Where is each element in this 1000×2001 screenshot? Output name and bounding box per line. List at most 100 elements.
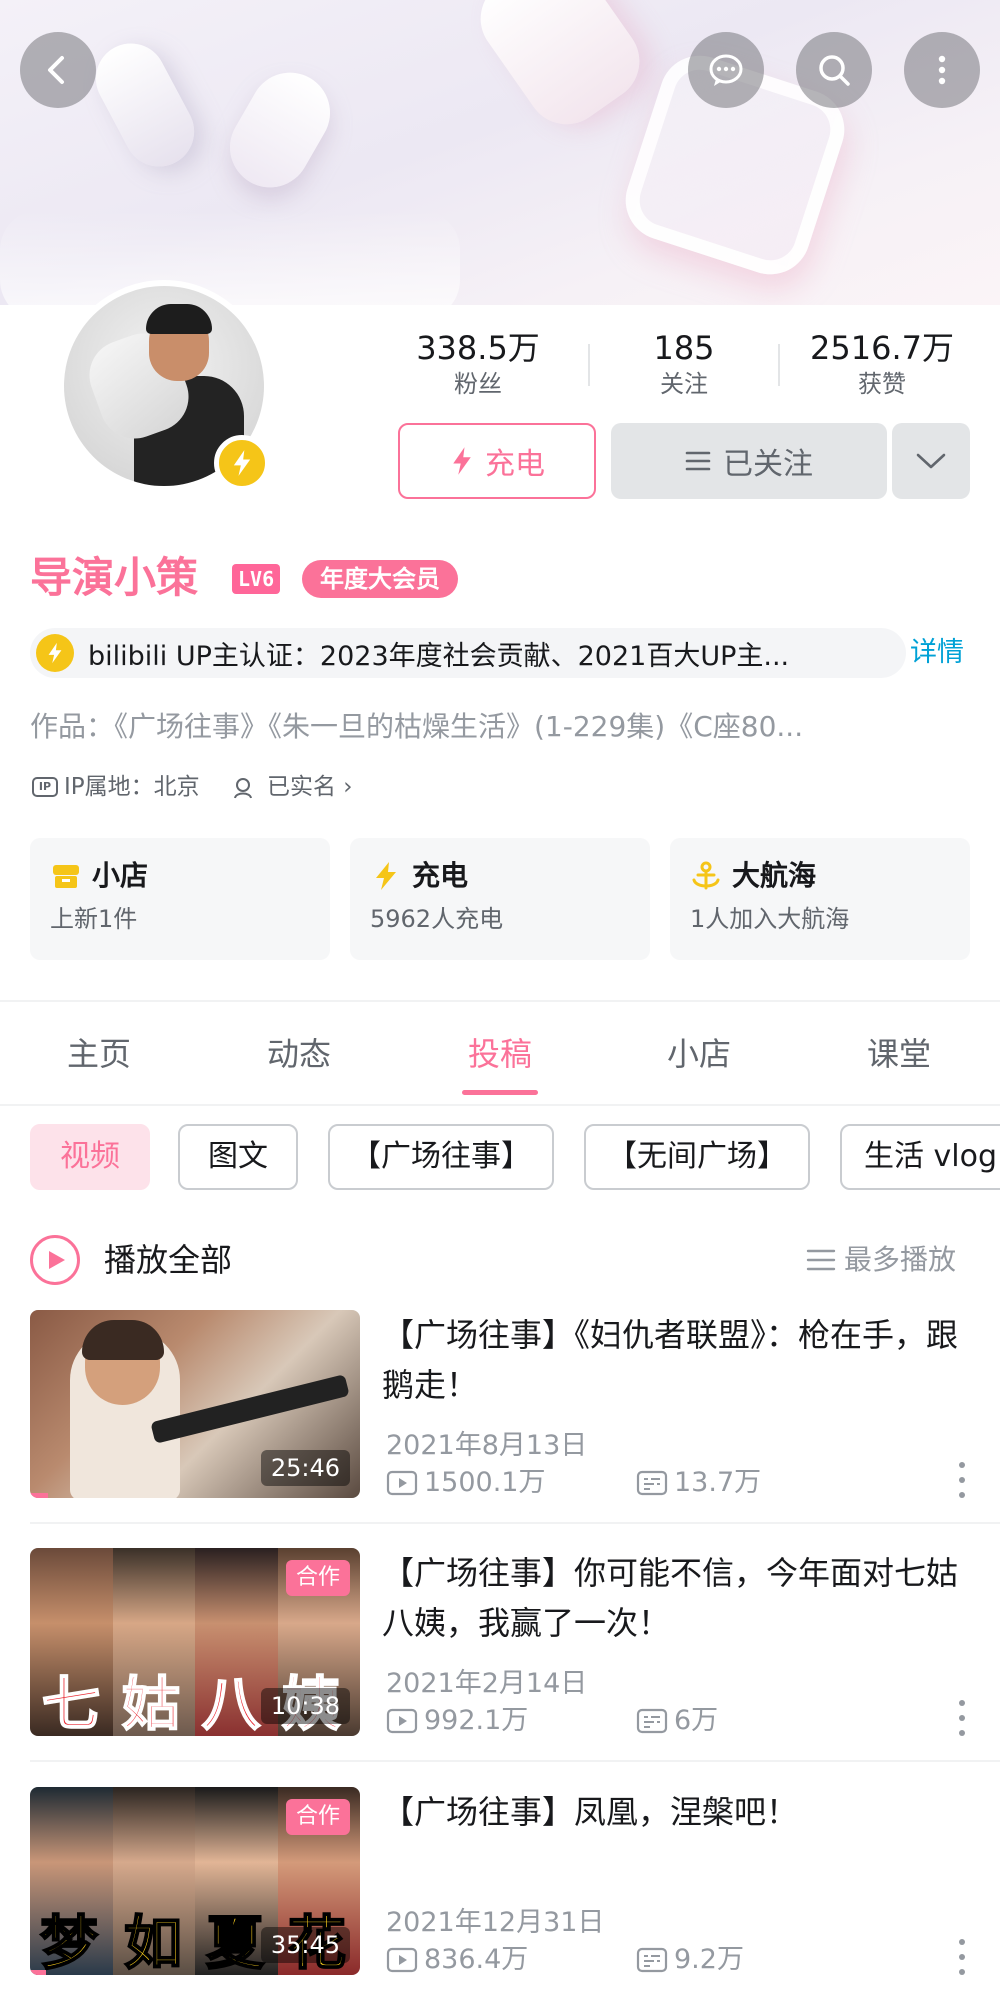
chip-square-stories[interactable]: 【广场往事】 [328, 1124, 554, 1190]
anchor-icon [692, 861, 720, 890]
thumbnail-caption: 梦 [39, 1909, 99, 1975]
video-stats: 992.1万 6万 [386, 1704, 718, 1738]
video-date: 2021年2月14日 [386, 1668, 588, 1699]
profile-meta: IP IP属地：北京 已实名 › [32, 770, 352, 804]
certification-bar[interactable]: bilibili UP主认证：2023年度社会贡献、2021百大UP主... [30, 628, 906, 678]
tab-dynamics[interactable]: 动态 [244, 1028, 354, 1080]
tab-home[interactable]: 主页 [44, 1028, 154, 1080]
chip-infernal-square[interactable]: 【无间广场】 [584, 1124, 810, 1190]
video-thumbnail[interactable]: 七 姑 八 姨 合作 10:38 [30, 1548, 360, 1736]
collab-badge: 合作 [285, 1560, 350, 1596]
menu-lines-icon [685, 451, 711, 471]
chip-article[interactable]: 图文 [178, 1124, 298, 1190]
video-stats: 1500.1万 13.7万 [386, 1466, 761, 1500]
charge-button-label: 充电 [485, 447, 545, 482]
voyage-card[interactable]: 大航海 1人加入大航海 [670, 838, 970, 960]
play-all-button[interactable]: 播放全部 [30, 1232, 232, 1288]
card-subtitle: 5962人充电 [370, 905, 504, 933]
video-thumbnail[interactable]: 25:46 [30, 1310, 360, 1498]
divider [778, 344, 780, 386]
realname-label: 已实名 [266, 774, 336, 800]
search-button[interactable] [796, 32, 872, 108]
more-button[interactable] [904, 32, 980, 108]
lightning-icon [48, 642, 62, 664]
more-vertical-icon [938, 55, 946, 85]
realname-link[interactable]: 已实名 › [232, 770, 353, 804]
stat-fans[interactable]: 338.5万 粉丝 [400, 328, 556, 400]
play-count-icon [386, 1470, 418, 1496]
sort-button[interactable]: 最多播放 [806, 1236, 956, 1284]
more-options-icon[interactable] [952, 1696, 972, 1740]
stat-value: 185 [653, 329, 715, 367]
message-button[interactable] [688, 32, 764, 108]
video-item[interactable]: 25:46 【广场往事】《妇仇者联盟》：枪在手，跟鹅走！ 2021年8月13日 … [30, 1310, 970, 1498]
danmaku-icon [636, 1708, 668, 1734]
danmaku-count: 6万 [674, 1705, 719, 1736]
back-button[interactable] [20, 32, 96, 108]
sort-label: 最多播放 [844, 1243, 957, 1276]
video-thumbnail[interactable]: 梦 如 夏 花 合作 35:45 [30, 1787, 360, 1975]
stat-following[interactable]: 185 关注 [620, 328, 748, 400]
video-duration: 10:38 [260, 1688, 350, 1724]
shop-card[interactable]: 小店 上新1件 [30, 838, 330, 960]
lightning-icon [376, 862, 396, 890]
thumbnail-caption: 八 [201, 1670, 261, 1736]
tab-uploads[interactable]: 投稿 [445, 1028, 555, 1080]
chip-video[interactable]: 视频 [30, 1124, 150, 1190]
play-count: 992.1万 [424, 1705, 529, 1736]
card-title: 充电 [412, 859, 469, 892]
level-badge: LV6 [232, 564, 281, 594]
video-item[interactable]: 七 姑 八 姨 合作 10:38 【广场往事】你可能不信，今年面对七姑八姨，我赢… [30, 1548, 970, 1736]
video-item[interactable]: 梦 如 夏 花 合作 35:45 【广场往事】凤凰，涅槃吧！ 2021年12月3… [30, 1787, 970, 1975]
banner-decoration [464, 0, 656, 140]
card-subtitle: 1人加入大航海 [690, 905, 850, 933]
ip-icon: IP [32, 777, 58, 797]
stat-likes[interactable]: 2516.7万 获赞 [798, 328, 966, 400]
active-tab-indicator [462, 1090, 538, 1095]
video-duration: 35:45 [260, 1927, 350, 1963]
thumbnail-caption: 夏 [205, 1909, 265, 1975]
tab-shop[interactable]: 小店 [644, 1028, 754, 1080]
tab-classroom[interactable]: 课堂 [844, 1028, 954, 1080]
lightning-icon [453, 447, 471, 475]
divider [30, 1522, 1000, 1524]
certification-details-link[interactable]: 详情 [910, 630, 964, 676]
play-count: 1500.1万 [424, 1467, 546, 1498]
lightning-icon [233, 450, 251, 476]
shop-icon [53, 865, 79, 888]
danmaku-count: 13.7万 [674, 1467, 762, 1498]
banner-fade [0, 210, 460, 305]
video-title[interactable]: 【广场往事】凤凰，涅槃吧！ [382, 1787, 962, 1837]
video-date: 2021年12月31日 [386, 1907, 605, 1938]
chevron-right-icon: › [343, 774, 353, 800]
chip-life-vlog[interactable]: 生活 vlog [840, 1124, 1000, 1190]
video-title[interactable]: 【广场往事】《妇仇者联盟》：枪在手，跟鹅走！ [382, 1310, 962, 1410]
chevron-down-icon [916, 453, 946, 469]
charge-button[interactable]: 充电 [398, 423, 596, 499]
certification-text: bilibili UP主认证：2023年度社会贡献、2021百大UP主... [88, 640, 790, 672]
more-options-icon[interactable] [952, 1458, 972, 1502]
video-date: 2021年8月13日 [386, 1430, 588, 1461]
stat-label: 获赞 [858, 370, 906, 398]
danmaku-count: 9.2万 [674, 1944, 744, 1975]
collab-badge: 合作 [285, 1799, 350, 1835]
more-options-icon[interactable] [952, 1935, 972, 1979]
thumbnail-caption: 姑 [121, 1670, 181, 1736]
video-title[interactable]: 【广场往事】你可能不信，今年面对七姑八姨，我赢了一次！ [382, 1548, 962, 1648]
thumbnail-caption: 如 [123, 1909, 183, 1975]
play-all-label: 播放全部 [104, 1241, 233, 1279]
play-circle-icon [30, 1235, 80, 1285]
follow-dropdown-button[interactable] [892, 423, 970, 499]
back-arrow-icon [48, 56, 64, 84]
user-verified-icon [233, 777, 252, 798]
watch-progress [30, 1970, 46, 1975]
charge-card[interactable]: 充电 5962人充电 [350, 838, 650, 960]
vip-badge[interactable]: 年度大会员 [302, 560, 458, 598]
divider [30, 1760, 1000, 1762]
follow-button[interactable]: 已关注 [611, 423, 887, 499]
follow-button-label: 已关注 [723, 447, 813, 482]
card-title: 大航海 [732, 859, 817, 892]
stat-label: 粉丝 [454, 370, 502, 398]
works-text[interactable]: 作品：《广场往事》《朱一旦的枯燥生活》(1-229集)《C座80... [30, 706, 940, 748]
play-count-icon [386, 1947, 418, 1973]
